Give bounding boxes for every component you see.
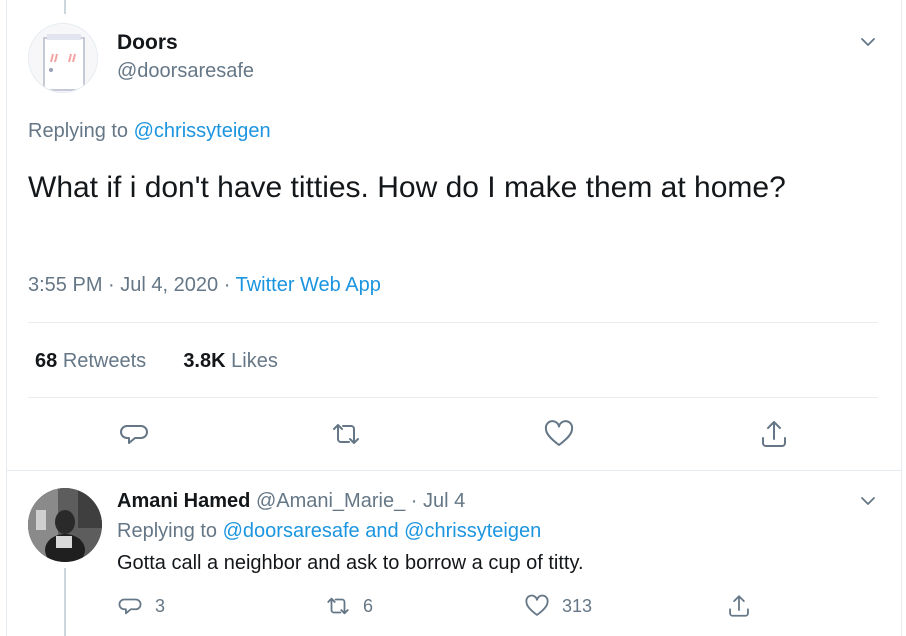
replying-and: and [365,520,399,542]
divider [6,470,902,471]
like-button[interactable] [543,418,575,450]
chevron-down-icon[interactable] [858,491,878,511]
replying-to-line: Replying to @chrissyteigen [28,120,271,143]
tweet-source[interactable]: Twitter Web App [236,274,381,296]
separator: · [223,274,231,296]
retweet-icon [327,597,349,615]
divider [28,397,878,398]
amani-avatar[interactable] [28,488,102,562]
replying-to-link[interactable]: @chrissyteigen [134,120,271,142]
reply-retweet-button[interactable]: 6 [325,592,373,620]
replying-prefix: Replying to [117,520,218,542]
share-button[interactable] [758,418,790,450]
retweet-count: 6 [363,595,374,616]
likes-count: 3.8K [183,350,226,372]
like-icon [525,594,549,616]
retweets-label: Retweets [62,350,147,372]
retweets-stat[interactable]: 68 Retweets [35,350,146,372]
likes-stat[interactable]: 3.8K Likes [183,350,278,372]
reply-author-name[interactable]: Amani Hamed [117,490,250,512]
reply-text: Gotta call a neighbor and ask to borrow … [117,552,584,574]
chevron-down-icon[interactable] [858,32,878,52]
likes-label: Likes [231,350,278,372]
share-icon [729,595,749,617]
reply-share-button[interactable] [726,592,752,620]
author-name[interactable]: Doors [117,31,178,55]
retweet-button[interactable] [330,418,362,450]
reply-like-button[interactable]: 313 [524,592,592,620]
reply-header: Amani Hamed @Amani_Marie_ · Jul 4 [117,490,465,513]
reply-reply-button[interactable]: 3 [117,592,165,620]
divider [28,322,878,323]
reply-icon [118,598,142,615]
tweet-time[interactable]: 3:55 PM [28,274,102,296]
replying-to-link[interactable]: @chrissyteigen [404,520,541,542]
reply-date[interactable]: Jul 4 [423,490,465,512]
replying-to-link[interactable]: @doorsaresafe [223,520,360,542]
reply-replying-to-line: Replying to @doorsaresafe and @chrissyte… [117,520,541,543]
doors-avatar[interactable] [28,23,98,93]
retweet-icon [333,424,359,444]
tweet-stats: 68 Retweets 3.8K Likes [35,350,278,373]
reply-button[interactable] [118,418,150,450]
tweet-meta: 3:55 PM · Jul 4, 2020 · Twitter Web App [28,274,381,297]
thread-line-bottom [64,568,66,636]
separator: · [108,274,115,296]
replying-prefix: Replying to [28,120,129,142]
thread-line-top [64,0,66,14]
retweets-count: 68 [35,350,58,372]
tweet-text: What if i don't have titties. How do I m… [28,171,786,204]
author-handle[interactable]: @doorsaresafe [117,60,254,83]
reply-icon [120,425,148,444]
reply-count: 3 [155,595,166,616]
reply-author-handle[interactable]: @Amani_Marie_ [256,490,405,512]
like-count: 313 [562,595,593,616]
separator: · [410,490,418,512]
like-icon [544,420,574,446]
share-icon [762,421,786,447]
tweet-date[interactable]: Jul 4, 2020 [120,274,218,296]
